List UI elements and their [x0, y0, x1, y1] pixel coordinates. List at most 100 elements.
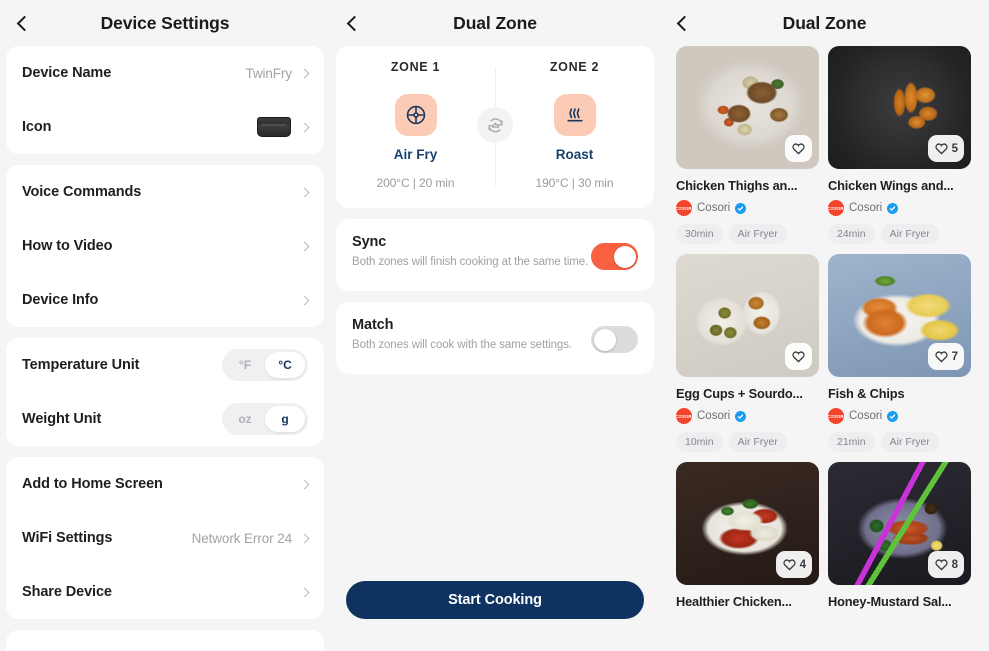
recipe-image: [676, 46, 819, 169]
recipe-title: Fish & Chips: [828, 386, 905, 401]
page-title: Dual Zone: [782, 12, 867, 33]
recipe-card[interactable]: 4 Healthier Chicken...: [676, 462, 819, 609]
brand-name: Cosori: [849, 410, 883, 422]
row-label: Temperature Unit: [22, 357, 140, 373]
back-button[interactable]: [330, 1, 374, 45]
start-cooking-wrap: Start Cooking: [330, 581, 660, 619]
brand-name: Cosori: [697, 410, 731, 422]
row-label: How to Video: [22, 238, 113, 254]
favorite-button[interactable]: [785, 343, 812, 370]
match-title: Match: [352, 317, 394, 333]
back-button[interactable]: [660, 1, 704, 45]
row-label: Weight Unit: [22, 411, 102, 427]
recipe-title: Chicken Wings and...: [828, 178, 954, 193]
settings-group-units: Temperature Unit °F °C Weight Unit oz g: [6, 338, 324, 446]
chevron-right-icon: [299, 122, 310, 132]
recipes-panel: Dual Zone Chicken Thighs an... COSORI Co…: [660, 0, 989, 651]
chevron-right-icon: [299, 295, 310, 305]
row-share-device[interactable]: Share Device: [6, 565, 324, 619]
row-device-name[interactable]: Device Name TwinFry: [6, 46, 324, 100]
recipe-tags: 10min Air Fryer: [676, 432, 819, 452]
favorite-button[interactable]: 4: [775, 551, 812, 578]
recipe-image: 4: [676, 462, 819, 585]
settings-group-device: Device Name TwinFry Icon: [6, 46, 324, 154]
zone-time: 20 min: [419, 176, 455, 190]
match-text: Match Both zones will cook with the same…: [352, 317, 591, 351]
weight-unit-option-g[interactable]: g: [265, 406, 305, 432]
favorite-button[interactable]: [785, 135, 812, 162]
zone-name: ZONE 2: [549, 60, 600, 74]
heart-outline-icon: [792, 351, 805, 363]
back-button[interactable]: [0, 1, 44, 45]
row-add-to-home-screen[interactable]: Add to Home Screen: [6, 457, 324, 511]
recipe-card[interactable]: 8 Honey-Mustard Sal...: [828, 462, 971, 609]
air-fryer-device-icon: [255, 117, 293, 137]
recipe-card[interactable]: 7 Fish & Chips COSORI Cosori 21min Air F…: [827, 254, 971, 452]
recipe-title: Healthier Chicken...: [676, 594, 792, 609]
zones-card: ZONE 1 Air Fry 200°C | 20 min ZONE 2 Roa…: [336, 46, 654, 208]
row-label: Share Device: [22, 584, 112, 600]
row-icon[interactable]: Icon: [6, 100, 324, 154]
verified-badge-icon: [887, 202, 899, 214]
app-screens: Device Settings Device Name TwinFry Icon…: [0, 0, 989, 651]
chevron-right-icon: [299, 587, 310, 597]
recipe-brand: COSORI Cosori: [675, 200, 819, 216]
row-label: Add to Home Screen: [22, 476, 163, 492]
heat-waves-icon: [553, 94, 596, 136]
match-toggle[interactable]: [591, 326, 638, 353]
settings-group-actions: Add to Home Screen WiFi Settings Network…: [6, 457, 324, 619]
row-weight-unit: Weight Unit oz g: [6, 392, 324, 446]
heart-outline-icon: [783, 559, 796, 571]
sync-toggle[interactable]: [591, 243, 638, 270]
verified-badge-icon: [735, 410, 747, 422]
weight-unit-option-oz[interactable]: oz: [225, 406, 265, 432]
zone-separator: |: [412, 176, 416, 190]
row-voice-commands[interactable]: Voice Commands: [6, 165, 324, 219]
sync-subtitle: Both zones will finish cooking at the sa…: [352, 256, 589, 268]
temperature-unit-option-c[interactable]: °C: [265, 352, 305, 378]
favorite-button[interactable]: 8: [927, 551, 964, 578]
recipe-tags: 21min Air Fryer: [828, 432, 971, 452]
recipe-tags: 24min Air Fryer: [828, 224, 971, 244]
zone-2[interactable]: ZONE 2 Roast 190°C | 30 min: [495, 60, 654, 190]
tag-time: 30min: [676, 224, 723, 244]
zone-mode: Air Fry: [393, 147, 438, 162]
recipe-card[interactable]: 5 Chicken Wings and... COSORI Cosori 24m…: [827, 46, 971, 244]
heart-outline-icon: [935, 351, 948, 363]
recipes-navbar: Dual Zone: [660, 0, 989, 46]
recipe-card[interactable]: Egg Cups + Sourdo... COSORI Cosori 10min…: [675, 254, 819, 452]
tag-time: 24min: [828, 224, 875, 244]
start-cooking-button[interactable]: Start Cooking: [346, 581, 644, 619]
chevron-left-icon: [16, 15, 32, 31]
row-device-info[interactable]: Device Info: [6, 273, 324, 327]
recipe-brand: COSORI Cosori: [827, 408, 971, 424]
chevron-right-icon: [299, 68, 310, 78]
sync-setting-row: Sync Both zones will finish cooking at t…: [336, 219, 654, 291]
recipe-grid: Chicken Thighs an... COSORI Cosori 30min…: [660, 46, 989, 609]
page-title: Device Settings: [100, 12, 230, 33]
recipe-card[interactable]: Chicken Thighs an... COSORI Cosori 30min…: [675, 46, 819, 244]
toggle-knob: [613, 245, 636, 268]
recipe-title: Honey-Mustard Sal...: [828, 594, 952, 609]
row-wifi-settings[interactable]: WiFi Settings Network Error 24: [6, 511, 324, 565]
recipe-tags: 30min Air Fryer: [676, 224, 819, 244]
swap-zones-button[interactable]: [477, 106, 513, 143]
match-subtitle: Both zones will cook with the same setti…: [352, 339, 572, 351]
chevron-left-icon: [346, 15, 362, 31]
zone-1[interactable]: ZONE 1 Air Fry 200°C | 20 min: [336, 60, 495, 190]
recipe-title: Egg Cups + Sourdo...: [676, 386, 803, 401]
tag-appliance: Air Fryer: [728, 432, 787, 452]
recipe-brand: COSORI Cosori: [675, 408, 819, 424]
favorite-button[interactable]: 5: [927, 135, 964, 162]
like-count: 8: [951, 558, 958, 571]
tag-time: 21min: [828, 432, 875, 452]
recipe-brand: COSORI Cosori: [827, 200, 971, 216]
chevron-right-icon: [299, 533, 310, 543]
recipe-image: 7: [828, 254, 971, 377]
row-how-to-video[interactable]: How to Video: [6, 219, 324, 273]
zone-name: ZONE 1: [390, 60, 441, 74]
row-label: WiFi Settings: [22, 530, 113, 546]
row-label: Icon: [22, 119, 52, 135]
temperature-unit-option-f[interactable]: °F: [225, 352, 265, 378]
favorite-button[interactable]: 7: [927, 343, 964, 370]
